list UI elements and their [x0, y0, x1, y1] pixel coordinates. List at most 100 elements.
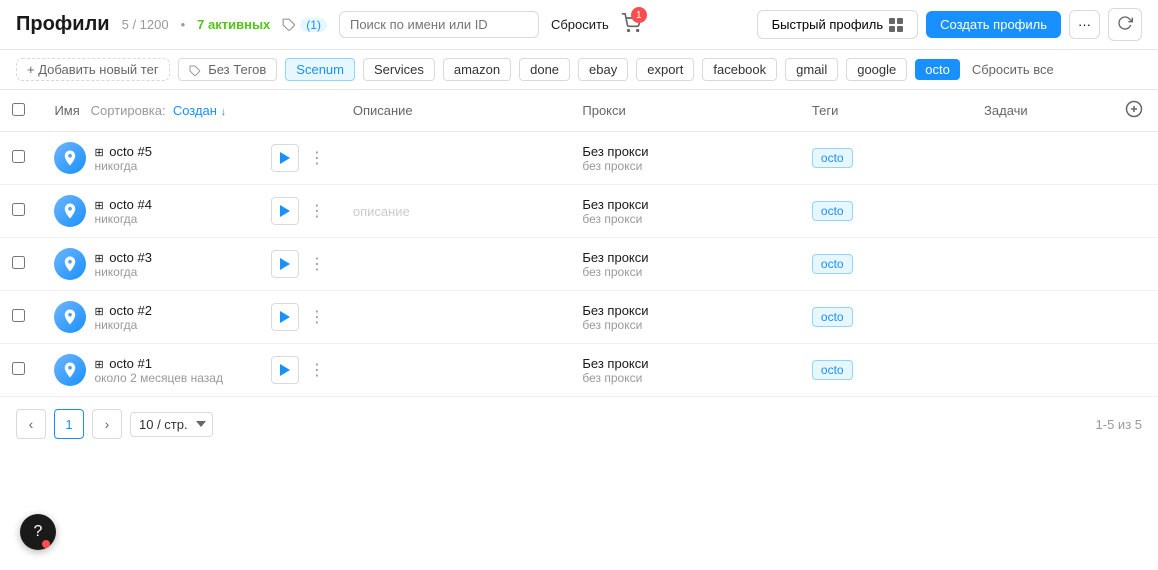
- row-desc-cell: [341, 344, 571, 397]
- avatar: [54, 142, 86, 174]
- col-header-check: [0, 90, 42, 132]
- avatar: [54, 248, 86, 280]
- col-header-add[interactable]: [1110, 90, 1158, 132]
- tag-facebook[interactable]: facebook: [702, 58, 777, 81]
- row-tasks-cell: [972, 132, 1110, 185]
- row-tag[interactable]: octo: [812, 360, 853, 380]
- profile-name-wrap: ⊞ octo #1 около 2 месяцев назад ⋮: [54, 354, 328, 386]
- tag-export[interactable]: export: [636, 58, 694, 81]
- per-page-select[interactable]: 10 / стр. 20 / стр. 50 / стр.: [130, 412, 213, 437]
- row-more-button[interactable]: ⋮: [305, 199, 329, 223]
- row-add-cell: [1110, 344, 1158, 397]
- row-proxy-cell: Без прокси без прокси: [570, 344, 800, 397]
- row-name-cell: ⊞ octo #3 никогда ⋮: [42, 238, 340, 291]
- play-button[interactable]: [271, 197, 299, 225]
- row-more-button[interactable]: ⋮: [305, 358, 329, 382]
- profile-info: ⊞ octo #1 около 2 месяцев назад: [94, 356, 223, 385]
- row-more-button[interactable]: ⋮: [305, 305, 329, 329]
- profile-info: ⊞ octo #3 никогда: [94, 250, 151, 279]
- row-tags-cell: octo: [800, 344, 972, 397]
- row-tag[interactable]: octo: [812, 201, 853, 221]
- next-page-button[interactable]: ›: [92, 409, 122, 439]
- add-tag-button[interactable]: + Добавить новый тег: [16, 58, 170, 81]
- help-notification-dot: [42, 540, 50, 548]
- col-header-description: Описание: [341, 90, 571, 132]
- row-tag[interactable]: octo: [812, 307, 853, 327]
- row-checkbox[interactable]: [12, 309, 25, 322]
- os-icon: ⊞: [94, 147, 103, 159]
- profile-name: ⊞ octo #5: [94, 144, 151, 159]
- profile-date: никогда: [94, 212, 151, 226]
- page-1-button[interactable]: 1: [54, 409, 84, 439]
- select-all-checkbox[interactable]: [12, 103, 25, 116]
- table-row: ⊞ octo #1 около 2 месяцев назад ⋮ Без: [0, 344, 1158, 397]
- tag-scenum[interactable]: Scenum: [285, 58, 355, 81]
- profiles-table: Имя Сортировка: Создан ↓ Описание Прокси…: [0, 90, 1158, 397]
- row-tag[interactable]: octo: [812, 148, 853, 168]
- row-desc-cell: [341, 238, 571, 291]
- row-checkbox[interactable]: [12, 256, 25, 269]
- proxy-sub: без прокси: [582, 265, 788, 279]
- row-proxy-cell: Без прокси без прокси: [570, 291, 800, 344]
- tag-google[interactable]: google: [846, 58, 907, 81]
- row-actions: ⋮: [271, 144, 329, 172]
- row-tags-cell: octo: [800, 291, 972, 344]
- reset-all-button[interactable]: Сбросить все: [972, 62, 1054, 77]
- profile-date: около 2 месяцев назад: [94, 371, 223, 385]
- row-name-cell: ⊞ octo #2 никогда ⋮: [42, 291, 340, 344]
- proxy-main: Без прокси: [582, 250, 788, 265]
- tag-amazon[interactable]: amazon: [443, 58, 511, 81]
- proxy-sub: без прокси: [582, 212, 788, 226]
- row-tag[interactable]: octo: [812, 254, 853, 274]
- profile-info: ⊞ octo #2 никогда: [94, 303, 151, 332]
- description-placeholder: описание: [353, 204, 410, 219]
- row-proxy-cell: Без прокси без прокси: [570, 132, 800, 185]
- tag-no-tags[interactable]: Без Тегов: [178, 58, 278, 81]
- row-actions: ⋮: [271, 250, 329, 278]
- reset-button[interactable]: Сбросить: [551, 17, 609, 32]
- row-more-button[interactable]: ⋮: [305, 146, 329, 170]
- play-button[interactable]: [271, 144, 299, 172]
- play-button[interactable]: [271, 356, 299, 384]
- os-icon: ⊞: [94, 200, 103, 212]
- tag-octo[interactable]: octo: [915, 59, 960, 80]
- help-button[interactable]: ?: [20, 514, 56, 550]
- play-button[interactable]: [271, 303, 299, 331]
- tags-bar: + Добавить новый тег Без Тегов Scenum Se…: [0, 50, 1158, 90]
- row-more-button[interactable]: ⋮: [305, 252, 329, 276]
- row-add-cell: [1110, 238, 1158, 291]
- search-input[interactable]: [339, 11, 539, 38]
- create-profile-button[interactable]: Создать профиль: [926, 11, 1061, 38]
- row-checkbox[interactable]: [12, 362, 25, 375]
- quick-profile-button[interactable]: Быстрый профиль: [757, 10, 919, 39]
- prev-page-button[interactable]: ‹: [16, 409, 46, 439]
- refresh-button[interactable]: [1108, 8, 1142, 41]
- tag-services[interactable]: Services: [363, 58, 435, 81]
- row-actions: ⋮: [271, 356, 329, 384]
- tag-ebay[interactable]: ebay: [578, 58, 628, 81]
- profile-name: ⊞ octo #1: [94, 356, 223, 371]
- row-add-cell: [1110, 132, 1158, 185]
- profile-info: ⊞ octo #5 никогда: [94, 144, 151, 173]
- row-name-cell: ⊞ octo #1 около 2 месяцев назад ⋮: [42, 344, 340, 397]
- profile-date: никогда: [94, 265, 151, 279]
- page-header: Профили 5 / 1200 • 7 активных (1) Сброси…: [0, 0, 1158, 50]
- proxy-sub: без прокси: [582, 371, 788, 385]
- tags-indicator[interactable]: (1): [282, 18, 327, 32]
- avatar: [54, 301, 86, 333]
- proxy-main: Без прокси: [582, 356, 788, 371]
- create-more-button[interactable]: ···: [1069, 10, 1100, 39]
- row-add-cell: [1110, 291, 1158, 344]
- sort-by-created[interactable]: Создан ↓: [173, 103, 226, 118]
- play-button[interactable]: [271, 250, 299, 278]
- tag-done[interactable]: done: [519, 58, 570, 81]
- tag-gmail[interactable]: gmail: [785, 58, 838, 81]
- row-checkbox[interactable]: [12, 203, 25, 216]
- row-desc-cell: [341, 291, 571, 344]
- grid-icon: [889, 18, 903, 32]
- row-actions: ⋮: [271, 197, 329, 225]
- row-checkbox[interactable]: [12, 150, 25, 163]
- cart-icon[interactable]: 1: [621, 13, 641, 36]
- proxy-main: Без прокси: [582, 303, 788, 318]
- row-tags-cell: octo: [800, 238, 972, 291]
